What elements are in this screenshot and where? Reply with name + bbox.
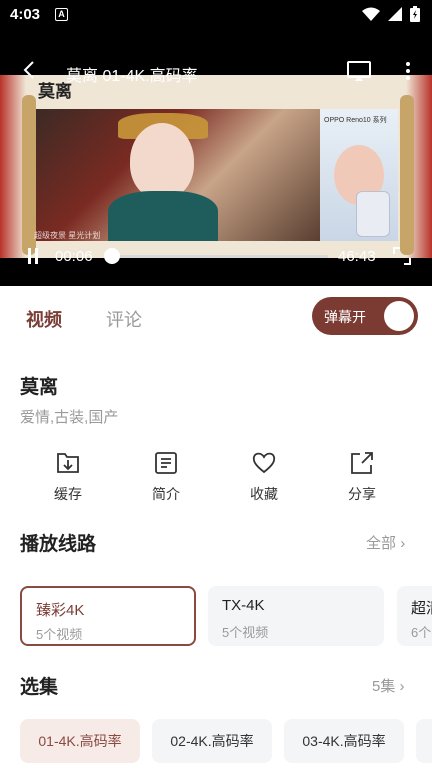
intro-button[interactable]: 简介: [131, 450, 201, 504]
favorite-label: 收藏: [250, 486, 278, 502]
episode-item[interactable]: 03-4K.高码率: [284, 719, 404, 763]
danmu-toggle[interactable]: 弹幕开: [312, 297, 418, 335]
back-icon[interactable]: [18, 58, 42, 82]
tab-comment[interactable]: 评论: [106, 306, 142, 332]
progress-track[interactable]: [112, 255, 328, 258]
intro-label: 简介: [152, 486, 180, 502]
actress-gown: [108, 191, 218, 241]
more-icon[interactable]: [396, 58, 420, 84]
route-item[interactable]: TX-4K 5个视频: [208, 586, 384, 646]
content-tabs: 视频 评论 弹幕开: [0, 286, 432, 346]
route-item[interactable]: 臻彩4K 5个视频: [20, 586, 196, 646]
wifi-icon: [362, 7, 380, 21]
signal-icon: [388, 7, 402, 21]
favorite-button[interactable]: 收藏: [229, 450, 299, 504]
route-count: 5个视频: [36, 627, 83, 642]
seek-thumb[interactable]: [104, 248, 121, 264]
notification-icon: A: [55, 8, 68, 21]
battery-icon: [410, 6, 420, 22]
toggle-knob: [384, 301, 414, 331]
fullscreen-icon[interactable]: [392, 246, 412, 266]
danmu-label: 弹幕开: [324, 309, 366, 325]
scroll-ornament-right: [400, 95, 414, 255]
route-title: 播放线路: [20, 534, 97, 555]
share-button[interactable]: 分享: [327, 450, 397, 504]
episodes-more-label: 5集: [372, 678, 396, 695]
player-controls: 超级夜景 星光计划 00:06 46:43: [0, 231, 432, 276]
cast-icon[interactable]: [346, 58, 372, 84]
show-title: 莫离: [20, 377, 59, 398]
cache-label: 缓存: [54, 486, 82, 502]
actress-face: [130, 123, 194, 199]
route-more-label: 全部: [366, 535, 397, 552]
chevron-right-icon: ›: [400, 535, 406, 552]
episode-item[interactable]: 01-4K.高码率: [20, 719, 140, 763]
action-bar: 缓存 简介 收藏 分享: [0, 450, 432, 510]
video-player[interactable]: OPPO Reno10 系列 莫离 莫离 01-4K.高码率 超级夜景 星光计划…: [0, 30, 432, 286]
episode-item[interactable]: 02-4K.高码率: [152, 719, 272, 763]
share-label: 分享: [348, 486, 376, 502]
status-time: 4:03: [10, 6, 41, 23]
route-name: 超清: [411, 600, 432, 617]
document-icon: [155, 452, 177, 474]
system-icons: [362, 6, 420, 22]
heart-icon: [252, 452, 276, 474]
ad-text: OPPO Reno10 系列: [324, 117, 387, 124]
subtitle-hint: 超级夜景 星光计划: [34, 231, 101, 240]
route-count: 5个视频: [222, 625, 269, 640]
pause-button[interactable]: [26, 248, 40, 264]
download-icon: [57, 453, 79, 473]
route-name: TX-4K: [222, 597, 265, 614]
cache-button[interactable]: 缓存: [33, 450, 103, 504]
player-topbar: 莫离 01-4K.高码率: [0, 54, 432, 90]
route-item[interactable]: 超清 6个视频: [397, 586, 432, 646]
duration: 46:43: [338, 248, 376, 265]
tab-video[interactable]: 视频: [26, 306, 62, 332]
chevron-right-icon: ›: [399, 678, 405, 695]
episode-list: 01-4K.高码率 02-4K.高码率 03-4K.高码率: [20, 719, 432, 763]
episode-item[interactable]: [416, 719, 432, 763]
video-title: 莫离 01-4K.高码率: [66, 68, 198, 85]
episodes-title: 选集: [20, 677, 59, 698]
current-time: 00:06: [55, 248, 93, 265]
show-tags: 爱情,古装,国产: [20, 409, 119, 426]
route-name: 臻彩4K: [36, 602, 85, 619]
route-more-link[interactable]: 全部 ›: [366, 532, 405, 553]
route-list: 臻彩4K 5个视频 TX-4K 5个视频 超清 6个视频: [20, 586, 432, 646]
ad-phone: [356, 191, 390, 237]
episodes-more-link[interactable]: 5集 ›: [372, 675, 405, 696]
route-count: 6个视频: [411, 625, 432, 640]
share-icon: [351, 452, 373, 474]
status-bar: 4:03 A: [0, 0, 432, 30]
